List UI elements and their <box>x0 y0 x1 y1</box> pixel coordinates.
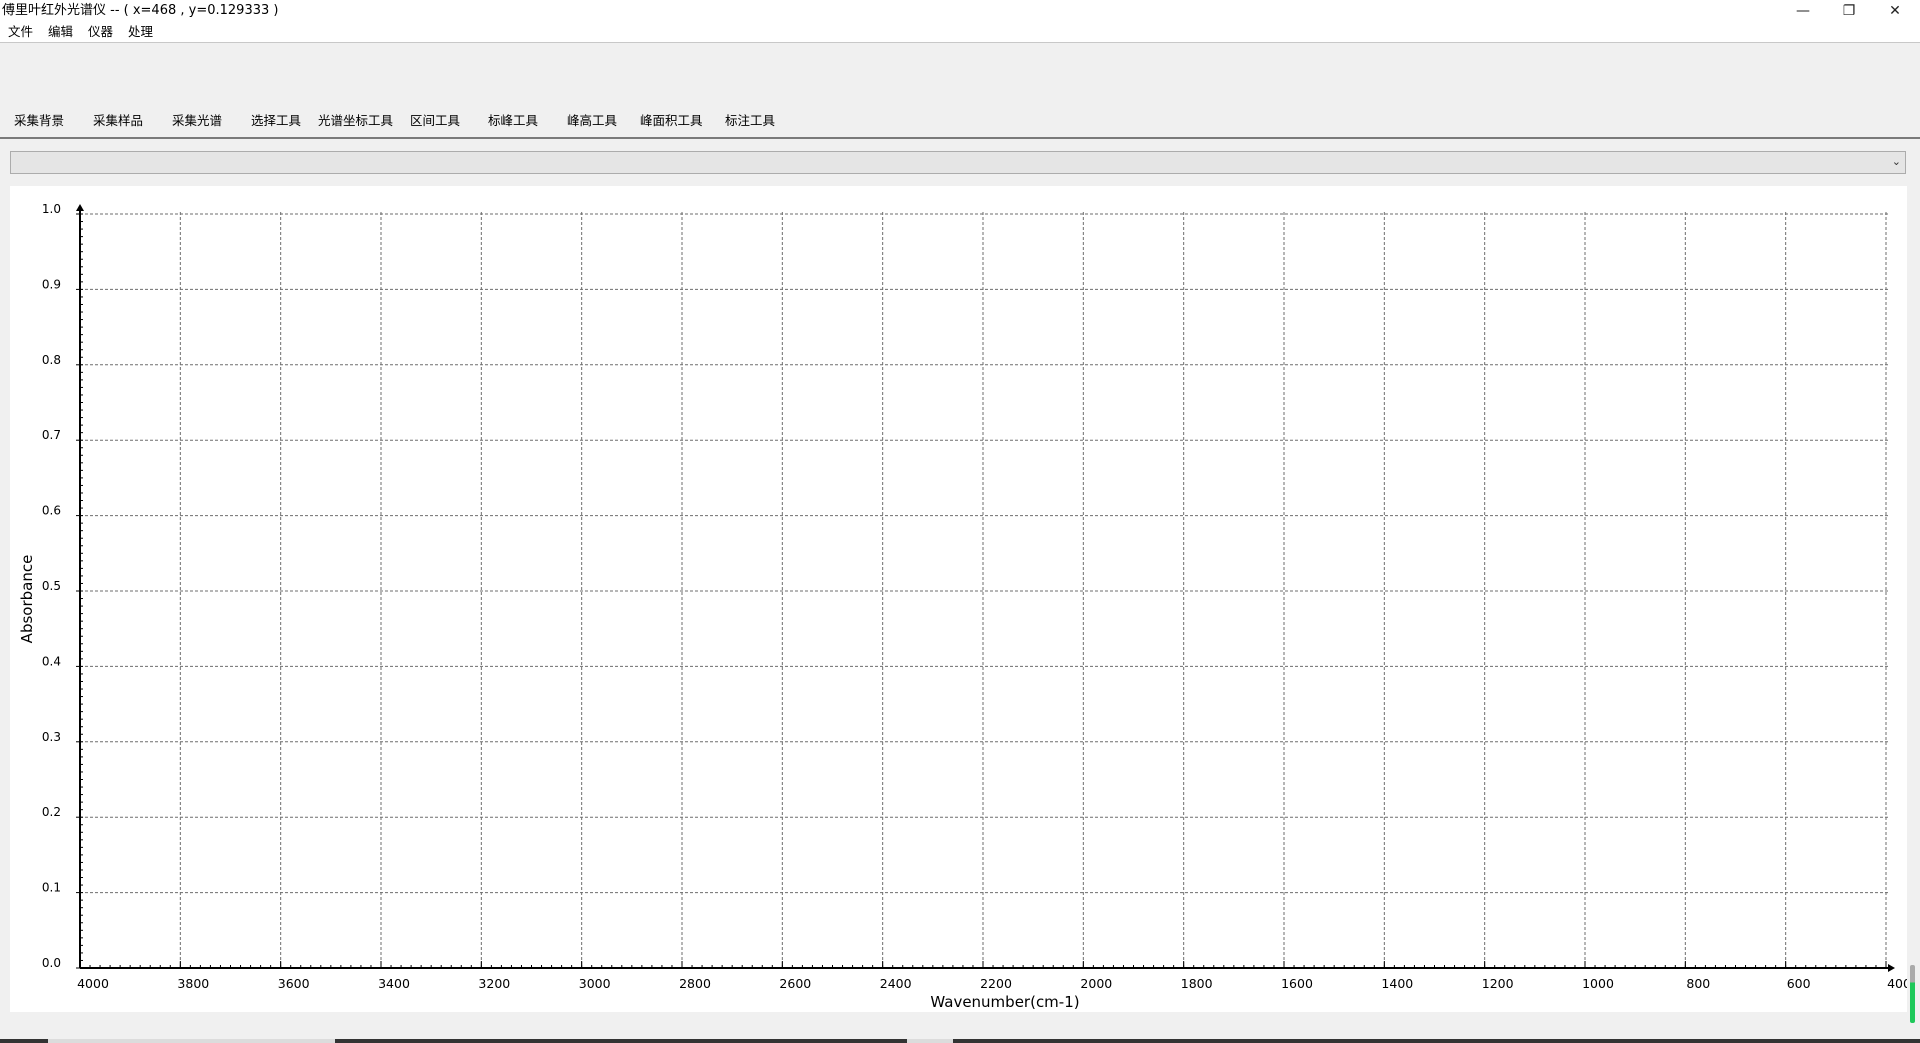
interval-tool-button[interactable]: 区间工具 <box>410 113 460 129</box>
x-tick-label: 2400 <box>880 976 912 991</box>
bottom-strip-segment <box>335 1039 907 1043</box>
menu-instrument[interactable]: 仪器 <box>80 22 120 42</box>
x-tick-label: 3800 <box>177 976 209 991</box>
spectrum-chart[interactable]: 4000 3800 3600 3400 3200 3000 2800 2600 2400 2200… <box>10 186 1907 1012</box>
x-axis-label: Wavenumber(cm-1) <box>930 993 1079 1011</box>
annotation-tool-button[interactable]: 标注工具 <box>725 113 775 129</box>
x-tick-label: 1800 <box>1181 976 1213 991</box>
collect-background-button[interactable]: 采集背景 <box>14 113 64 129</box>
y-tick-label: 0.7 <box>42 428 61 442</box>
spectrum-coordinate-tool-button[interactable]: 光谱坐标工具 <box>318 113 393 129</box>
x-tick-label: 2200 <box>980 976 1012 991</box>
x-tick-label: 600 <box>1787 976 1811 991</box>
peak-mark-tool-button[interactable]: 标峰工具 <box>488 113 538 129</box>
x-tick-label: 2000 <box>1080 976 1112 991</box>
x-tick-label: 1400 <box>1381 976 1413 991</box>
y-tick-label: 1.0 <box>42 202 61 216</box>
x-tick-label: 1200 <box>1482 976 1514 991</box>
title-bar: 傅里叶红外光谱仪 -- ( x=468 , y=0.129333 ) — ❐ ✕ <box>0 0 1920 22</box>
menu-bar: 文件 编辑 仪器 处理 <box>0 22 1920 42</box>
collect-sample-button[interactable]: 采集样品 <box>93 113 143 129</box>
scroll-indicator[interactable] <box>1910 965 1915 1023</box>
y-tick-label: 0.8 <box>42 353 61 367</box>
bottom-strip-segment <box>953 1039 1920 1043</box>
y-tick-label: 0.2 <box>42 805 61 819</box>
menu-edit[interactable]: 编辑 <box>40 22 80 42</box>
window-title: 傅里叶红外光谱仪 -- ( x=468 , y=0.129333 ) <box>2 3 279 18</box>
x-tick-label: 2800 <box>679 976 711 991</box>
x-tick-label: 1600 <box>1281 976 1313 991</box>
y-tick-label: 0.1 <box>42 881 61 895</box>
x-tick-label: 4000 <box>77 976 109 991</box>
y-tick-label: 0.0 <box>42 956 61 970</box>
minimize-icon[interactable]: — <box>1780 0 1826 22</box>
chevron-down-icon: ⌄ <box>1891 155 1901 168</box>
y-tick-label: 0.4 <box>42 654 61 668</box>
y-tick-label: 0.6 <box>42 504 61 518</box>
bottom-strip-segment <box>0 1039 48 1043</box>
toolbar-divider <box>0 137 1920 139</box>
x-tick-label: 800 <box>1686 976 1710 991</box>
x-tick-label: 1000 <box>1582 976 1614 991</box>
y-tick-label: 0.9 <box>42 277 61 291</box>
spectrum-select-dropdown[interactable]: ⌄ <box>10 151 1906 174</box>
select-tool-button[interactable]: 选择工具 <box>251 113 301 129</box>
x-tick-label: 3200 <box>478 976 510 991</box>
x-tick-label: 3600 <box>278 976 310 991</box>
x-tick-label: 3000 <box>579 976 611 991</box>
y-axis-label: Absorbance <box>18 555 36 644</box>
chart-panel[interactable]: 4000 3800 3600 3400 3200 3000 2800 2600 2400 2200… <box>10 186 1907 1012</box>
restore-icon[interactable]: ❐ <box>1826 0 1872 22</box>
y-tick-label: 0.5 <box>42 579 61 593</box>
x-tick-label: 400 <box>1887 976 1907 991</box>
x-tick-label: 3400 <box>378 976 410 991</box>
menu-process[interactable]: 处理 <box>120 22 160 42</box>
peak-height-tool-button[interactable]: 峰高工具 <box>567 113 617 129</box>
close-icon[interactable]: ✕ <box>1872 0 1918 22</box>
y-tick-label: 0.3 <box>42 730 61 744</box>
toolbar: 采集背景 采集样品 采集光谱 选择工具 光谱坐标工具 区间工具 标峰工具 峰高工… <box>0 43 1920 138</box>
peak-area-tool-button[interactable]: 峰面积工具 <box>640 113 703 129</box>
x-axis-arrow-icon <box>1888 964 1895 972</box>
x-tick-label: 2600 <box>779 976 811 991</box>
collect-spectrum-button[interactable]: 采集光谱 <box>172 113 222 129</box>
menu-file[interactable]: 文件 <box>0 22 40 42</box>
y-axis-arrow-icon <box>76 204 84 211</box>
